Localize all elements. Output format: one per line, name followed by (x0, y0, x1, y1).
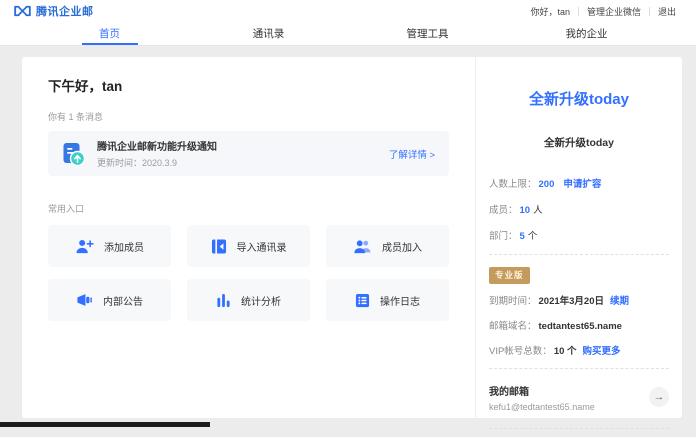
plan-info: 到期时间：2021年3月20日续期 邮箱域名：tedtantest65.name… (489, 293, 669, 357)
my-mailbox-block: 我的邮箱 kefu1@tedtantest65.name → (489, 379, 669, 418)
quick-entry-text: 内部公告 (103, 293, 143, 308)
import-contacts-button[interactable]: 导入通讯录 (187, 225, 310, 267)
member-limit-value: 200 (539, 179, 555, 190)
quick-entry-text: 操作日志 (380, 293, 420, 308)
departments-row: 部门：5个 (489, 228, 669, 242)
quick-entry-text: 统计分析 (241, 293, 281, 308)
brand: 腾讯企业邮 (14, 3, 94, 19)
brand-name: 腾讯企业邮 (36, 3, 94, 19)
dashed-divider (489, 428, 669, 429)
notification-updated-at: 更新时间：2020.3.9 (97, 156, 389, 169)
vip-accounts-row: VIP帐号总数：10 个购买更多 (489, 343, 669, 357)
notification-texts: 腾讯企业邮新功能升级通知 更新时间：2020.3.9 (97, 138, 389, 169)
members-value: 10 (520, 205, 531, 216)
tab-my-company-label: 我的企业 (566, 26, 608, 41)
vip-accounts-value: 10 个 (554, 346, 577, 357)
departments-label: 部门： (489, 231, 518, 242)
tab-contacts-label: 通讯录 (253, 26, 285, 41)
notification-card[interactable]: 腾讯企业邮新功能升级通知 更新时间：2020.3.9 了解详情 > (48, 131, 449, 176)
member-join-icon (353, 239, 372, 254)
expire-row: 到期时间：2021年3月20日续期 (489, 293, 669, 307)
user-greeting-link[interactable]: 你好，tan (522, 5, 578, 18)
tab-my-company[interactable]: 我的企业 (507, 22, 666, 45)
dashed-divider (489, 368, 669, 369)
quick-entry-label: 常用入口 (48, 202, 449, 215)
operation-log-icon (355, 293, 370, 308)
add-member-button[interactable]: 添加成员 (48, 225, 171, 267)
statistics-icon (216, 293, 231, 308)
logout-link[interactable]: 退出 (650, 5, 684, 18)
quick-entry-text: 导入通讯录 (237, 239, 287, 254)
notification-title: 腾讯企业邮新功能升级通知 (97, 138, 389, 153)
open-mailbox-button[interactable]: → (649, 387, 669, 407)
expire-value: 2021年3月20日 (539, 296, 604, 307)
top-bar: 腾讯企业邮 你好，tan 管理企业微信 退出 (0, 0, 696, 22)
internal-announcement-button[interactable]: 内部公告 (48, 279, 171, 321)
main-content: 下午好，tan 你有 1 条消息 腾讯企业邮新功能升级通知 更新时间：2020.… (22, 57, 475, 418)
departments-unit: 个 (528, 231, 538, 242)
announcement-icon (76, 293, 93, 307)
quick-entry-text: 成员加入 (382, 239, 422, 254)
tab-admin-tools-label: 管理工具 (407, 26, 449, 41)
tab-home-label: 首页 (99, 26, 120, 41)
expand-quota-link[interactable]: 申请扩容 (563, 179, 601, 190)
page-greeting: 下午好，tan (48, 75, 449, 95)
quota-stats: 人数上限：200 申请扩容 成员：10人 部门：5个 (489, 176, 669, 242)
sidebar: 全新升级today 全新升级today 人数上限：200 申请扩容 成员：10人 … (476, 57, 682, 418)
quick-entry-text: 添加成员 (104, 239, 144, 254)
add-member-icon (75, 239, 94, 254)
members-unit: 人 (533, 205, 543, 216)
dashed-divider (489, 254, 669, 255)
exmail-logo-icon (14, 5, 31, 17)
domain-row: 邮箱域名：tedtantest65.name (489, 318, 669, 332)
message-count-hint: 你有 1 条消息 (48, 110, 449, 123)
members-row: 成员：10人 (489, 202, 669, 216)
promo-subtitle: 全新升级today (489, 135, 669, 150)
bottom-scroll-bar[interactable] (0, 422, 210, 427)
mailbox-texts: 我的邮箱 kefu1@tedtantest65.name (489, 383, 649, 412)
import-contacts-icon (211, 239, 227, 254)
details-link[interactable]: 了解详情 > (389, 147, 435, 161)
manage-wechat-link[interactable]: 管理企业微信 (579, 5, 649, 18)
member-limit-row: 人数上限：200 申请扩容 (489, 176, 669, 190)
renew-link[interactable]: 续期 (610, 296, 629, 307)
upgrade-notice-icon (60, 141, 86, 167)
my-mailbox-title: 我的邮箱 (489, 383, 649, 398)
expire-label: 到期时间： (489, 296, 537, 307)
domain-label: 邮箱域名： (489, 321, 537, 332)
tab-contacts[interactable]: 通讯录 (189, 22, 348, 45)
members-label: 成员： (489, 205, 518, 216)
main-nav: 首页 通讯录 管理工具 我的企业 (0, 22, 696, 46)
promo-banner-title[interactable]: 全新升级today (489, 88, 669, 109)
right-arrow-icon: → (654, 391, 665, 403)
buy-more-link[interactable]: 购买更多 (583, 346, 621, 357)
domain-value: tedtantest65.name (539, 321, 622, 332)
statistics-button[interactable]: 统计分析 (187, 279, 310, 321)
my-mailbox-email: kefu1@tedtantest65.name (489, 402, 649, 412)
dashboard-card: 下午好，tan 你有 1 条消息 腾讯企业邮新功能升级通知 更新时间：2020.… (22, 57, 682, 418)
tab-home[interactable]: 首页 (30, 22, 189, 45)
operation-log-button[interactable]: 操作日志 (326, 279, 449, 321)
plan-badge: 专业版 (489, 267, 530, 284)
tab-admin-tools[interactable]: 管理工具 (348, 22, 507, 45)
member-limit-label: 人数上限： (489, 179, 537, 190)
vip-accounts-label: VIP帐号总数： (489, 346, 552, 357)
member-join-button[interactable]: 成员加入 (326, 225, 449, 267)
quick-entry-grid: 添加成员 导入通讯录 (48, 225, 449, 321)
account-links: 你好，tan 管理企业微信 退出 (522, 5, 684, 18)
departments-value: 5 (520, 231, 525, 242)
